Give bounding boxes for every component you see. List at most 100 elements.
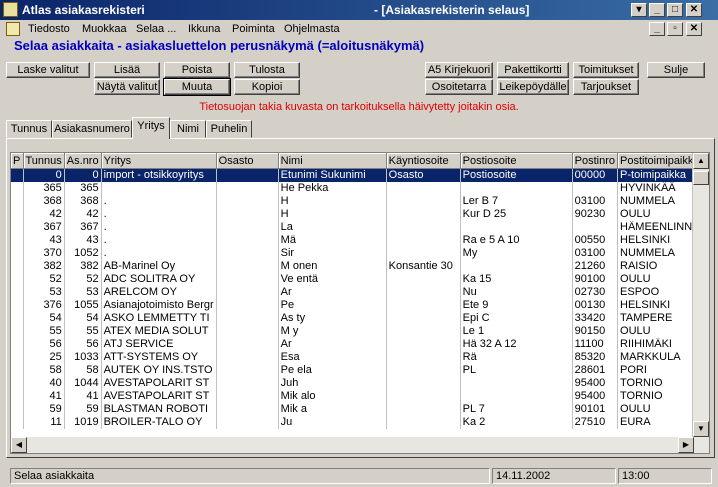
document-icon[interactable] bbox=[6, 22, 20, 36]
column-header[interactable]: As.nro bbox=[64, 153, 102, 169]
cell-asnro: 1019 bbox=[64, 416, 102, 429]
tab-nimi[interactable]: Nimi bbox=[170, 120, 206, 138]
scroll-down-icon[interactable]: ▼ bbox=[693, 421, 709, 437]
table-row[interactable]: 11 1019 BROILER-TALO OY Ju Ka 2 27510 EURA bbox=[11, 416, 709, 429]
tab-tunnus[interactable]: Tunnus bbox=[6, 120, 52, 138]
kopioi-button[interactable]: Kopioi bbox=[234, 79, 300, 95]
cell-kaynti bbox=[386, 338, 461, 351]
table-row[interactable]: 54 54 ASKO LEMMETTY TI As ty Epi C 33420 TAMPE… bbox=[11, 312, 709, 325]
child-close-icon[interactable]: ✕ bbox=[686, 22, 702, 36]
cell-p bbox=[11, 403, 24, 416]
osoitetarra-button[interactable]: Osoitetarra bbox=[425, 79, 493, 95]
cell-p bbox=[11, 234, 24, 247]
minimize-icon[interactable]: _ bbox=[649, 3, 665, 17]
cell-yritys: ATT-SYSTEMS OY bbox=[101, 351, 217, 364]
scroll-right-icon[interactable]: ▶ bbox=[678, 437, 694, 453]
cell-posti: Le 1 bbox=[460, 325, 573, 338]
scroll-left-icon[interactable]: ◀ bbox=[11, 437, 27, 453]
toimitukset-button[interactable]: Toimitukset bbox=[573, 62, 639, 78]
cell-posti: PL 7 bbox=[460, 403, 573, 416]
maximize-icon[interactable]: □ bbox=[667, 3, 683, 17]
table-row[interactable]: 56 56 ATJ SERVICE Ar Hä 32 A 12 11100 RIIHIMÄK… bbox=[11, 338, 709, 351]
table-row[interactable]: 365 365 He Pekka HYVINKÄÄ bbox=[11, 182, 709, 195]
poista-button[interactable]: Poista bbox=[164, 62, 230, 78]
table-row[interactable]: 370 1052. Sir My 03100 NUMMELA bbox=[11, 247, 709, 260]
table-row[interactable]: 42 42. H Kur D 25 90230 OULU bbox=[11, 208, 709, 221]
tab-puhelin[interactable]: Puhelin bbox=[206, 120, 252, 138]
table-row[interactable]: 53 53 ARELCOM OY Ar Nu 02730 ESPOO bbox=[11, 286, 709, 299]
cell-asnro: 58 bbox=[64, 364, 102, 377]
cell-postinro: 95400 bbox=[572, 390, 619, 403]
table-row[interactable]: 376 1055 Asianajotoimisto Bergr Pe Ete 9 0013… bbox=[11, 299, 709, 312]
scroll-thumb[interactable] bbox=[693, 171, 709, 185]
menu-tiedosto[interactable]: Tiedosto bbox=[28, 23, 70, 35]
title-extra-icon[interactable]: ▾ bbox=[631, 3, 647, 17]
leikepoydalle-button[interactable]: Leikepöydälle bbox=[497, 79, 569, 95]
cell-p bbox=[11, 168, 24, 182]
column-header[interactable]: Postinro bbox=[572, 153, 619, 169]
menu-selaa[interactable]: Selaa ... bbox=[136, 23, 176, 35]
table-row[interactable]: 55 55 ATEX MEDIA SOLUT M y Le 1 90150 OULU bbox=[11, 325, 709, 338]
cell-osasto bbox=[216, 364, 279, 377]
sulje-button[interactable]: Sulje bbox=[647, 62, 705, 78]
column-header[interactable]: Postiosoite bbox=[460, 153, 573, 169]
cell-asnro: 41 bbox=[64, 390, 102, 403]
menu-ohjelmasta[interactable]: Ohjelmasta bbox=[284, 23, 340, 35]
table-row[interactable]: 41 41 AVESTAPOLARIT ST Mik alo 95400 TORNIO bbox=[11, 390, 709, 403]
cell-nimi: As ty bbox=[278, 312, 387, 325]
table-row[interactable]: 52 52 ADC SOLITRA OY Ve entä Ka 15 90100 OULU bbox=[11, 273, 709, 286]
column-header[interactable]: Osasto bbox=[216, 153, 279, 169]
cell-tunnus: 55 bbox=[23, 325, 65, 338]
table-row[interactable]: 58 58 AUTEK OY INS.TSTO Pe ela PL 28601 PORI bbox=[11, 364, 709, 377]
muuta-button[interactable]: Muuta bbox=[163, 78, 231, 96]
tarjoukset-button[interactable]: Tarjoukset bbox=[573, 79, 639, 95]
menu-ikkuna[interactable]: Ikkuna bbox=[188, 23, 220, 35]
scroll-up-icon[interactable]: ▲ bbox=[693, 153, 709, 169]
nayta-valitut-button[interactable]: Näytä valitut bbox=[94, 79, 160, 95]
app-icon[interactable] bbox=[3, 2, 18, 17]
tab-yritys[interactable]: Yritys bbox=[132, 117, 170, 139]
column-header[interactable]: Yritys bbox=[101, 153, 217, 169]
cell-p bbox=[11, 351, 24, 364]
table-row[interactable]: 43 43. Mä Ra e 5 A 10 00550 HELSINKI bbox=[11, 234, 709, 247]
menu-poiminta[interactable]: Poiminta bbox=[232, 23, 275, 35]
pakettikortti-button[interactable]: Pakettikortti bbox=[497, 62, 569, 78]
cell-p bbox=[11, 273, 24, 286]
cell-posti bbox=[460, 377, 573, 390]
a5-kirjekuori-button[interactable]: A5 Kirjekuori bbox=[425, 62, 493, 78]
tulosta-button[interactable]: Tulosta bbox=[234, 62, 300, 78]
table-row[interactable]: 368 368. H Ler B 7 03100 NUMMELA bbox=[11, 195, 709, 208]
column-header[interactable]: P bbox=[11, 153, 24, 169]
laske-valitut-button[interactable]: Laske valitut bbox=[6, 62, 90, 78]
cell-tunnus: 370 bbox=[23, 247, 65, 260]
vertical-scrollbar[interactable]: ▲ ▼ bbox=[692, 153, 709, 453]
cell-asnro: 1033 bbox=[64, 351, 102, 364]
column-header[interactable]: Tunnus bbox=[23, 153, 65, 169]
table-row[interactable]: 0 0 import - otsikkoyritys Etunimi Sukunimi… bbox=[11, 168, 709, 182]
cell-posti: Postiosoite bbox=[460, 168, 573, 182]
lisaa-button[interactable]: Lisää bbox=[94, 62, 160, 78]
cell-kaynti bbox=[386, 299, 461, 312]
child-minimize-icon[interactable]: _ bbox=[649, 22, 665, 36]
close-icon[interactable]: ✕ bbox=[686, 3, 702, 17]
table-row[interactable]: 59 59 BLASTMAN ROBOTI Mik a PL 7 90101 OULU bbox=[11, 403, 709, 416]
column-header[interactable]: Käyntiosoite bbox=[386, 153, 461, 169]
table-row[interactable]: 382 382 AB-Marinel Oy M onen Konsantie 30 212… bbox=[11, 260, 709, 273]
restore-icon[interactable]: ▫ bbox=[667, 22, 683, 36]
cell-osasto bbox=[216, 338, 279, 351]
tab-asiakasnumero[interactable]: Asiakasnumero bbox=[52, 120, 132, 138]
table-row[interactable]: 40 1044 AVESTAPOLARIT ST Juh 95400 TORNIO bbox=[11, 377, 709, 390]
menu-muokkaa[interactable]: Muokkaa bbox=[82, 23, 127, 35]
cell-nimi: Pe bbox=[278, 299, 387, 312]
cell-posti bbox=[460, 260, 573, 273]
cell-yritys: . bbox=[101, 221, 217, 234]
horizontal-scrollbar[interactable]: ◀ ▶ bbox=[11, 437, 694, 453]
customer-grid[interactable]: P Tunnus As.nro Yritys Osasto Nimi Käyntiosoit… bbox=[10, 152, 710, 454]
table-row[interactable]: 367 367. La HÄMEENLINNA bbox=[11, 221, 709, 234]
table-row[interactable]: 25 1033 ATT-SYSTEMS OY Esa Rä 85320 MARKKULA bbox=[11, 351, 709, 364]
cell-postinro: 03100 bbox=[572, 247, 619, 260]
cell-posti bbox=[460, 182, 573, 195]
customer-table: P Tunnus As.nro Yritys Osasto Nimi Käyntiosoit… bbox=[11, 153, 709, 429]
cell-posti: Ra e 5 A 10 bbox=[460, 234, 573, 247]
column-header[interactable]: Nimi bbox=[278, 153, 387, 169]
